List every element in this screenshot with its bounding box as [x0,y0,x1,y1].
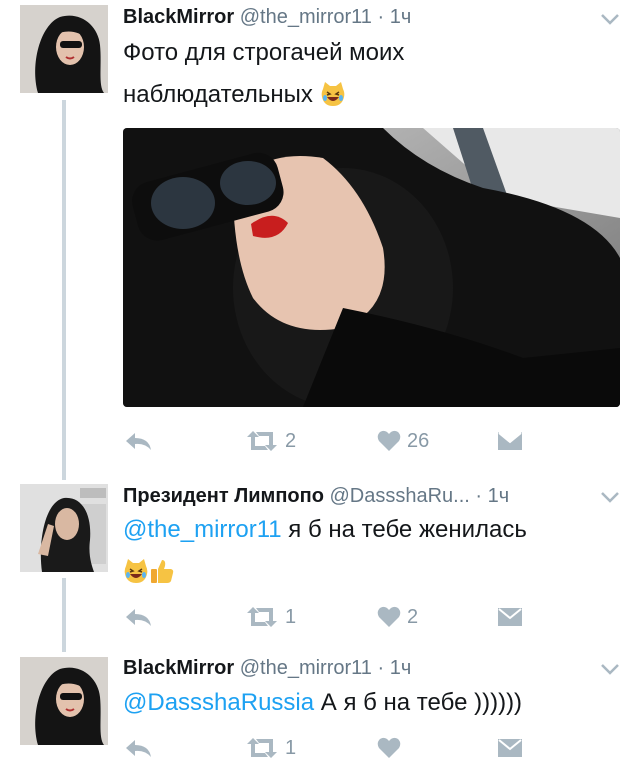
avatar[interactable] [20,657,108,745]
mention-link[interactable]: @the_mirror11 [123,516,282,543]
retweet-count: 2 [285,429,297,452]
chevron-down-icon[interactable] [600,662,620,676]
user-handle[interactable]: @the_mirror11 [240,657,372,679]
retweet-icon [247,431,277,451]
retweet-button[interactable]: 1 [245,603,296,631]
reply-icon [126,433,151,450]
reply-icon [126,740,151,757]
timestamp[interactable]: 1ч [390,657,412,679]
tweet-header: BlackMirror @the_mirror11 · 1ч [123,6,411,29]
tweet-text-segment: я б на тебе женилась [281,516,527,543]
retweet-button[interactable]: 1 [245,734,296,762]
tweet-text-segment: наблюдательных [123,81,313,108]
retweet-icon [247,607,277,627]
retweet-button[interactable]: 2 [245,427,296,455]
laughing-cat-emoji [321,82,344,106]
direct-message-button[interactable] [497,603,523,631]
tweet-actions: 1 2 [123,603,623,631]
reply-button[interactable] [123,427,153,455]
heart-icon [377,606,401,627]
timestamp[interactable]: 1ч [488,485,510,507]
tweet-text-line: @DassshaRussia А я б на тебе )))))) [123,683,613,723]
direct-message-button[interactable] [497,734,523,762]
tweet-emoji-line [123,552,613,592]
tweet-text-line: наблюдательных [123,75,613,115]
separator-dot: · [475,485,483,507]
tweet-text: Фото для строгачей моих наблюдательных [123,33,613,115]
tweet-text-segment: А я б на тебе )))))) [314,689,523,716]
direct-message-button[interactable] [497,427,523,455]
display-name[interactable]: BlackMirror [123,6,234,28]
retweet-count: 1 [285,736,297,759]
retweet-count: 1 [285,605,297,628]
envelope-icon [498,608,522,626]
reply-icon [126,609,151,626]
tweet-photo[interactable] [123,128,620,407]
display-name[interactable]: BlackMirror [123,657,234,679]
separator-dot: · [377,657,385,679]
envelope-icon [498,739,522,757]
tweet-actions: 1 [123,734,623,762]
chevron-down-icon[interactable] [600,12,620,26]
chevron-down-icon[interactable] [600,490,620,504]
display-name[interactable]: Президент Лимпопо [123,485,324,507]
tweet-actions: 2 26 [123,427,623,455]
mention-link[interactable]: @DassshaRussia [123,689,314,716]
reply-button[interactable] [123,603,153,631]
tweet-text: @the_mirror11 я б на тебе женилась [123,510,613,592]
separator-dot: · [377,6,385,28]
tweet-text-line: Фото для строгачей моих [123,39,405,66]
like-button[interactable]: 26 [377,427,429,455]
tweet-header: Президент Лимпопо @DassshaRu... · 1ч [123,485,509,508]
like-count: 2 [407,605,419,628]
thread-line [62,100,66,480]
tweet-text: @DassshaRussia А я б на тебе )))))) [123,683,613,723]
avatar[interactable] [20,5,108,93]
thumbs-up-emoji [151,560,174,583]
timestamp[interactable]: 1ч [390,6,412,28]
envelope-icon [498,432,522,450]
heart-icon [377,430,401,451]
retweet-icon [247,738,277,758]
tweet-text-line: @the_mirror11 я б на тебе женилась [123,510,613,550]
user-handle[interactable]: @the_mirror11 [240,6,372,28]
tweet-header: BlackMirror @the_mirror11 · 1ч [123,657,411,680]
avatar[interactable] [20,484,108,572]
laughing-cat-emoji [124,559,148,583]
like-button[interactable] [377,734,407,762]
heart-icon [377,737,401,758]
user-handle[interactable]: @DassshaRu... [329,485,469,507]
thread-line [62,578,66,652]
reply-button[interactable] [123,734,153,762]
like-button[interactable]: 2 [377,603,418,631]
like-count: 26 [407,429,430,452]
